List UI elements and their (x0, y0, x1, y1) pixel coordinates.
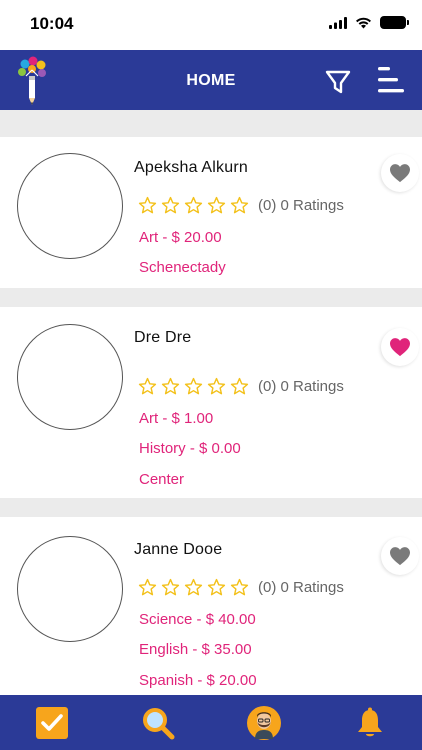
tutor-name[interactable]: Janne Dooe (134, 541, 222, 559)
battery-icon (380, 16, 409, 29)
favorite-button[interactable] (381, 537, 419, 575)
rating-stars (138, 578, 249, 597)
rating-row: (0) 0 Ratings (138, 578, 344, 597)
app-header: HOME (0, 50, 422, 110)
star-icon (138, 377, 157, 395)
tutor-location: Center (139, 471, 185, 488)
bell-icon (358, 707, 382, 737)
wifi-icon (356, 17, 371, 28)
heart-icon (390, 338, 410, 357)
filter-icon[interactable] (324, 68, 352, 96)
subject-rate: Art - $ 1.00 (139, 410, 214, 427)
rating-stars (138, 377, 249, 396)
rating-count: (0) 0 Ratings (258, 579, 344, 596)
tutor-location: Schenectady (139, 259, 226, 276)
status-time: 10:04 (30, 14, 74, 33)
nav-notifications[interactable] (352, 705, 388, 741)
avatar[interactable] (17, 324, 123, 430)
rating-stars (138, 196, 249, 215)
rating-count: (0) 0 Ratings (258, 197, 344, 214)
star-icon (207, 196, 226, 214)
subject-rate: Science - $ 40.00 (139, 611, 256, 628)
star-icon (161, 578, 180, 596)
star-icon (230, 196, 249, 214)
profile-avatar-icon (247, 706, 281, 740)
star-icon (184, 196, 203, 214)
star-icon (184, 377, 203, 395)
heart-icon (390, 164, 410, 183)
bottom-nav (0, 695, 422, 750)
tutor-name[interactable]: Dre Dre (134, 329, 191, 347)
favorite-button[interactable] (381, 328, 419, 366)
subject-rate: History - $ 0.00 (139, 440, 241, 457)
signal-icon (329, 16, 347, 29)
heart-icon (390, 547, 410, 566)
avatar[interactable] (17, 536, 123, 642)
page-title: HOME (186, 72, 236, 89)
star-icon (138, 196, 157, 214)
star-icon (207, 578, 226, 596)
nav-tasks[interactable] (34, 705, 70, 741)
nav-search[interactable] (140, 705, 176, 741)
tutor-card[interactable]: Dre Dre (0) 0 Ratings Art - $ 1.00 Histo… (0, 307, 422, 498)
menu-icon[interactable] (374, 64, 406, 96)
star-icon (184, 578, 203, 596)
rating-row: (0) 0 Ratings (138, 196, 344, 215)
tutor-list[interactable]: Apeksha Alkurn (0) 0 Ratings Art - $ 20.… (0, 110, 422, 695)
avatar[interactable] (17, 153, 123, 259)
tutor-card[interactable]: Apeksha Alkurn (0) 0 Ratings Art - $ 20.… (0, 137, 422, 288)
star-icon (161, 377, 180, 395)
subject-rate: Spanish - $ 20.00 (139, 672, 257, 689)
checkbox-icon (36, 707, 68, 739)
star-icon (230, 377, 249, 395)
tutor-card[interactable]: Janne Dooe (0) 0 Ratings Science - $ 40.… (0, 517, 422, 695)
star-icon (161, 196, 180, 214)
status-bar: 10:04 (0, 0, 422, 50)
subject-rate: English - $ 35.00 (139, 641, 252, 658)
tutor-name[interactable]: Apeksha Alkurn (134, 159, 248, 177)
star-icon (207, 377, 226, 395)
status-icons (329, 16, 409, 29)
rating-row: (0) 0 Ratings (138, 377, 344, 396)
subject-rate: Art - $ 20.00 (139, 229, 222, 246)
rating-count: (0) 0 Ratings (258, 378, 344, 395)
nav-profile[interactable] (246, 705, 282, 741)
star-icon (230, 578, 249, 596)
search-icon (143, 708, 175, 740)
favorite-button[interactable] (381, 154, 419, 192)
star-icon (138, 578, 157, 596)
